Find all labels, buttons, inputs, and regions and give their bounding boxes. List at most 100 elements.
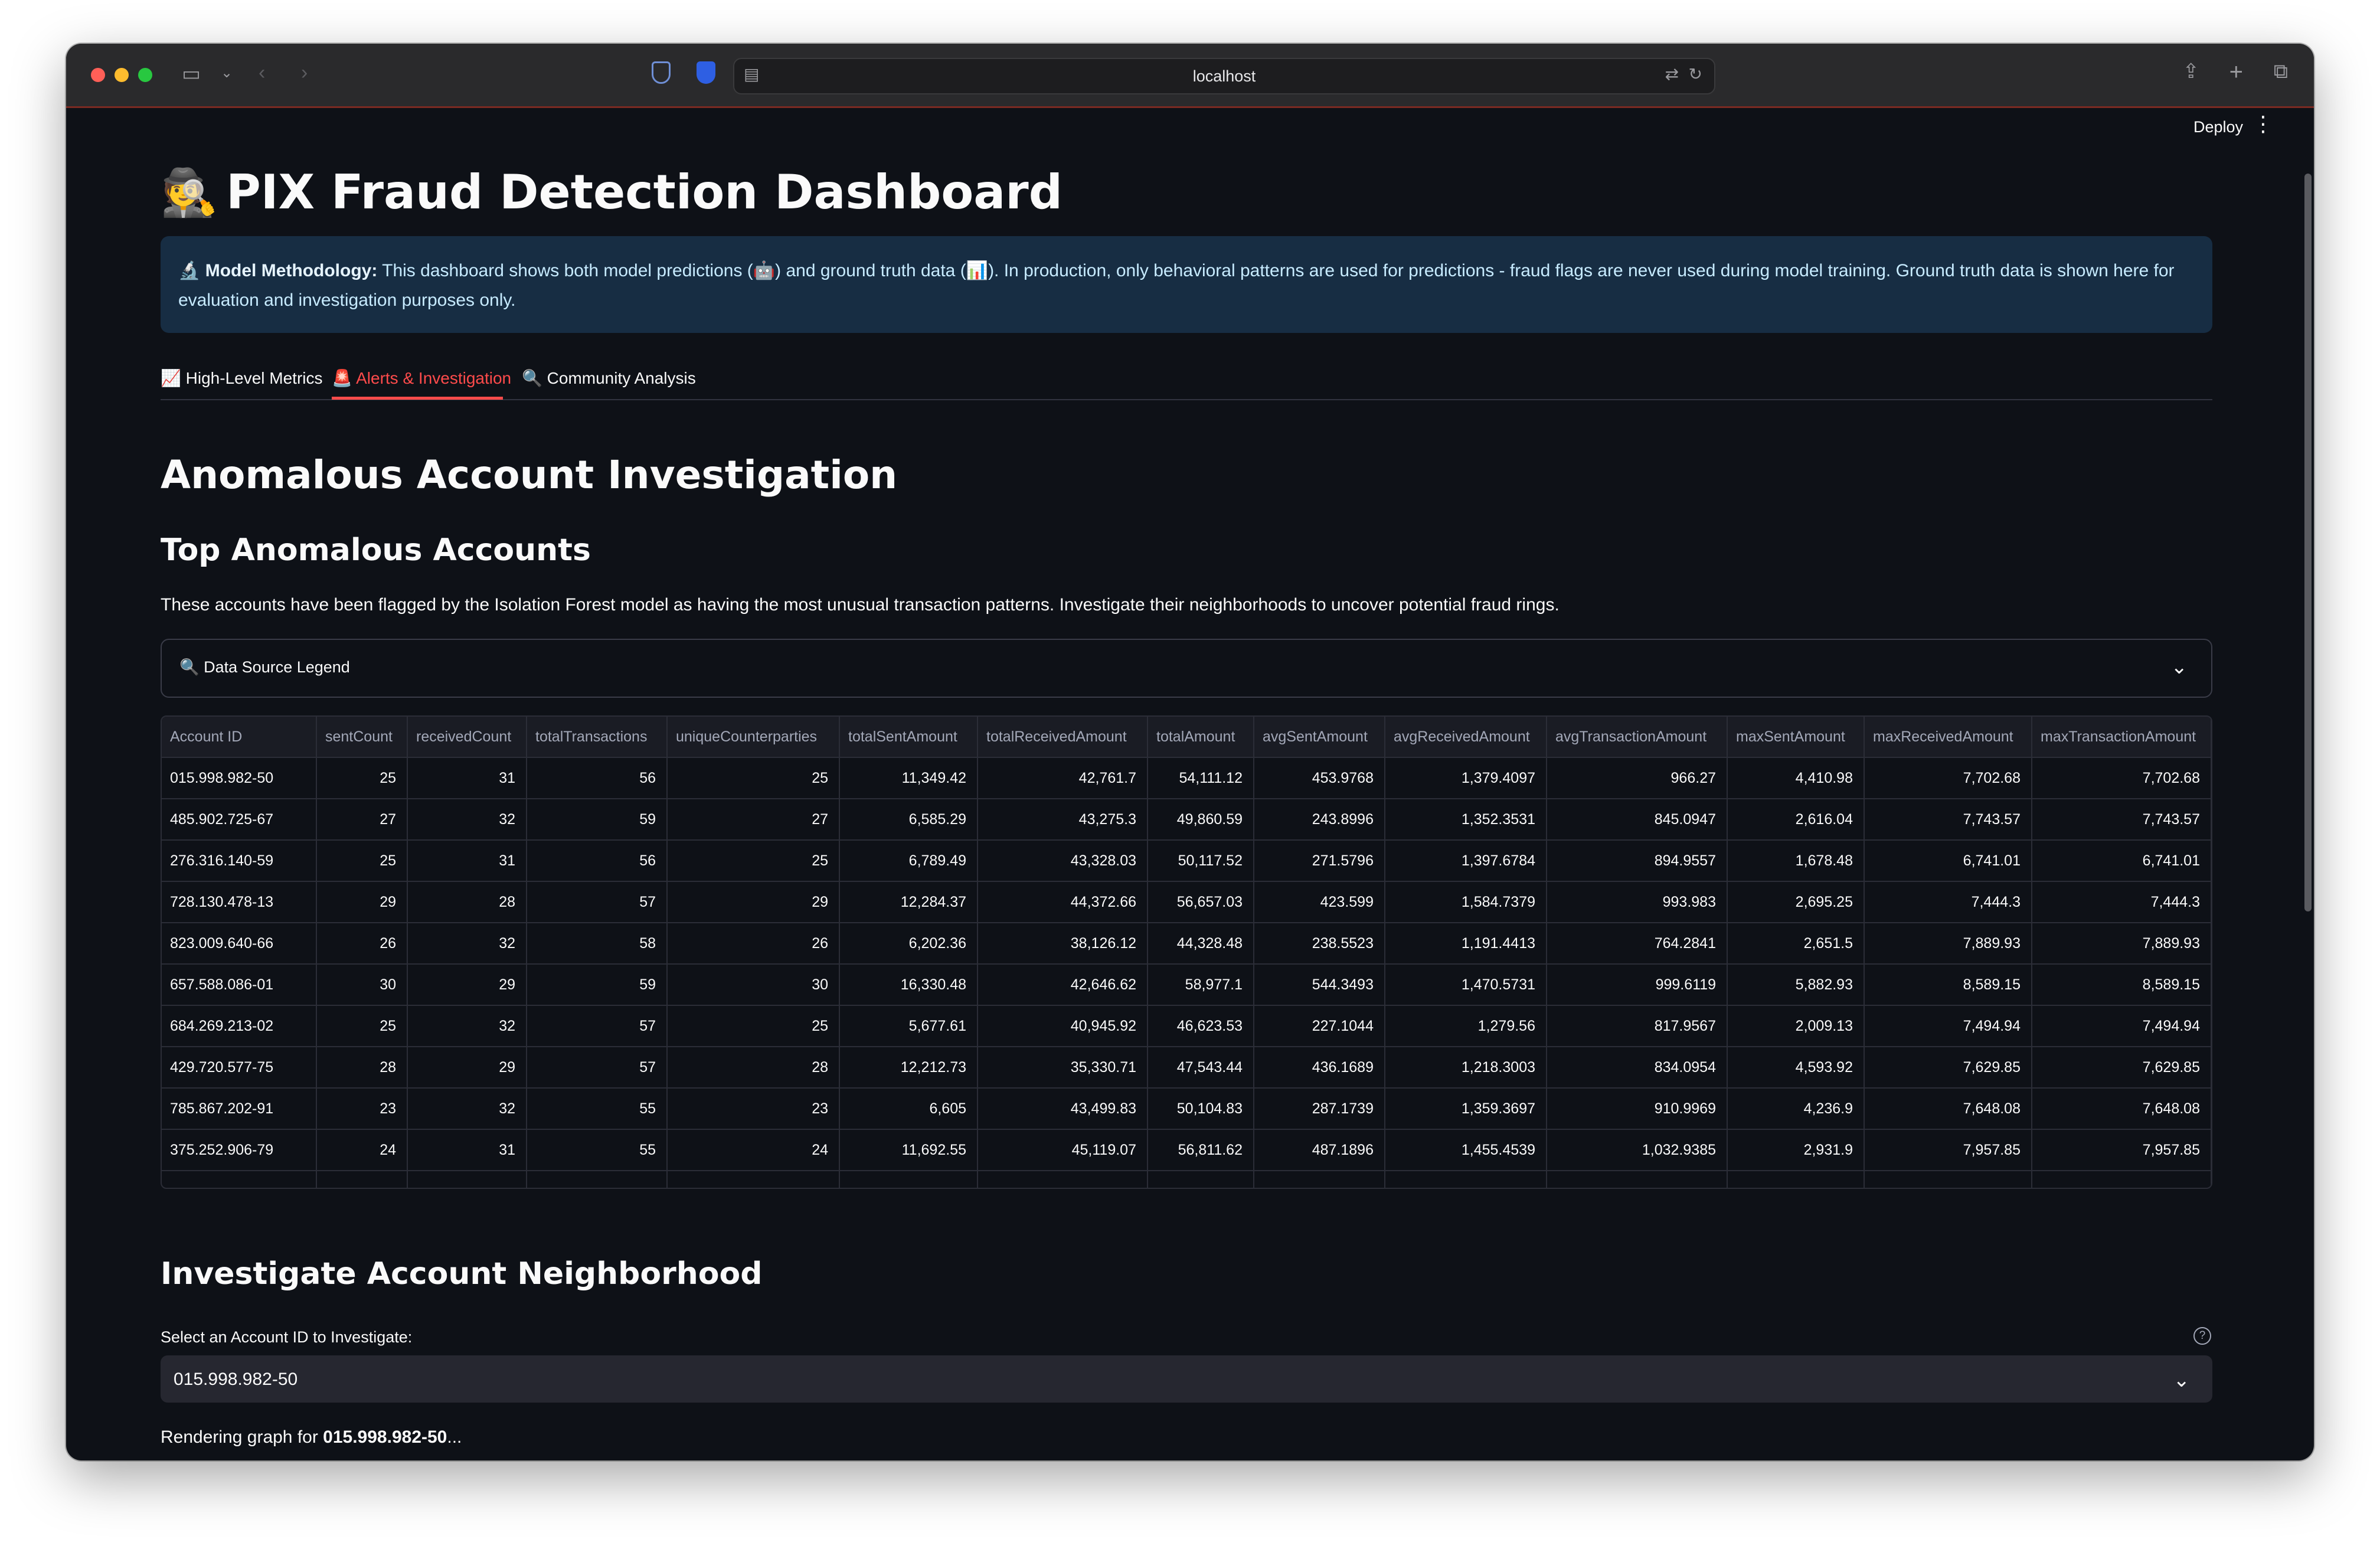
table-cell[interactable]: 25 — [667, 1005, 840, 1047]
table-cell[interactable]: 32 — [407, 1088, 527, 1130]
table-cell[interactable]: 1,397.6784 — [1385, 840, 1547, 882]
column-header[interactable]: Account ID — [162, 717, 317, 758]
table-cell[interactable]: 24 — [667, 1129, 840, 1171]
tab-overview-icon[interactable]: ⧉ — [2274, 61, 2288, 81]
table-cell[interactable]: 58,977.1 — [1148, 964, 1254, 1006]
table-row[interactable] — [162, 1171, 2211, 1188]
table-cell[interactable]: 7,444.3 — [1864, 881, 2032, 923]
table-row[interactable]: 657.588.086-01 30 29 59 30 16,330.48 42,646.62… — [162, 964, 2211, 1006]
table-cell[interactable]: 50,104.83 — [1148, 1088, 1254, 1130]
table-cell[interactable]: 6,202.36 — [839, 923, 978, 965]
minimize-window-button[interactable] — [115, 68, 129, 82]
table-cell[interactable]: 8,589.15 — [1864, 964, 2032, 1006]
column-header[interactable]: avgTransactionAmount — [1547, 717, 1728, 758]
table-cell[interactable]: 7,889.93 — [1864, 923, 2032, 965]
table-cell[interactable]: 7,702.68 — [2032, 757, 2211, 799]
table-cell[interactable]: 30 — [667, 964, 840, 1006]
table-cell[interactable]: 2,695.25 — [1727, 881, 1865, 923]
column-header[interactable]: totalSentAmount — [839, 717, 978, 758]
table-cell[interactable]: 243.8996 — [1254, 799, 1385, 841]
table-cell[interactable]: 26 — [316, 923, 408, 965]
table-cell[interactable]: 28 — [316, 1047, 408, 1089]
data-source-legend-expander[interactable]: 🔍 Data Source Legend ⌄ — [161, 639, 2212, 698]
table-cell[interactable]: 32 — [407, 799, 527, 841]
table-cell[interactable]: 35,330.71 — [978, 1047, 1148, 1089]
table-cell[interactable]: 4,593.92 — [1727, 1047, 1865, 1089]
account-id-cell[interactable]: 429.720.577-75 — [162, 1047, 317, 1089]
table-cell[interactable] — [527, 1171, 668, 1188]
table-cell[interactable]: 58 — [527, 923, 668, 965]
table-cell[interactable]: 42,761.7 — [978, 757, 1148, 799]
table-cell[interactable]: 43,499.83 — [978, 1088, 1148, 1130]
table-cell[interactable]: 16,330.48 — [839, 964, 978, 1006]
account-id-cell[interactable]: 728.130.478-13 — [162, 881, 317, 923]
table-cell[interactable]: 5,677.61 — [839, 1005, 978, 1047]
table-cell[interactable] — [1547, 1171, 1728, 1188]
table-cell[interactable]: 28 — [667, 1047, 840, 1089]
table-cell[interactable]: 544.3493 — [1254, 964, 1385, 1006]
account-id-cell[interactable]: 657.588.086-01 — [162, 964, 317, 1006]
table-cell[interactable]: 32 — [407, 1005, 527, 1047]
table-cell[interactable]: 44,328.48 — [1148, 923, 1254, 965]
column-header[interactable]: receivedCount — [407, 717, 527, 758]
table-cell[interactable]: 29 — [316, 881, 408, 923]
table-cell[interactable]: 7,444.3 — [2032, 881, 2211, 923]
table-cell[interactable]: 1,191.4413 — [1385, 923, 1547, 965]
table-cell[interactable]: 436.1689 — [1254, 1047, 1385, 1089]
account-id-cell[interactable]: 276.316.140-59 — [162, 840, 317, 882]
table-cell[interactable]: 7,629.85 — [2032, 1047, 2211, 1089]
table-cell[interactable] — [162, 1171, 317, 1188]
table-cell[interactable]: 38,126.12 — [978, 923, 1148, 965]
table-cell[interactable]: 7,494.94 — [1864, 1005, 2032, 1047]
table-cell[interactable]: 287.1739 — [1254, 1088, 1385, 1130]
table-cell[interactable]: 6,789.49 — [839, 840, 978, 882]
table-cell[interactable]: 894.9557 — [1547, 840, 1728, 882]
table-cell[interactable]: 25 — [667, 757, 840, 799]
table-cell[interactable]: 1,379.4097 — [1385, 757, 1547, 799]
table-cell[interactable]: 2,616.04 — [1727, 799, 1865, 841]
table-cell[interactable]: 6,585.29 — [839, 799, 978, 841]
account-id-cell[interactable]: 785.867.202-91 — [162, 1088, 317, 1130]
table-cell[interactable]: 28 — [407, 881, 527, 923]
table-cell[interactable]: 25 — [316, 1005, 408, 1047]
table-cell[interactable] — [1148, 1171, 1254, 1188]
table-cell[interactable]: 453.9768 — [1254, 757, 1385, 799]
column-header[interactable]: totalReceivedAmount — [978, 717, 1148, 758]
table-cell[interactable]: 5,882.93 — [1727, 964, 1865, 1006]
table-cell[interactable]: 40,945.92 — [978, 1005, 1148, 1047]
column-header[interactable]: maxTransactionAmount — [2032, 717, 2211, 758]
table-cell[interactable]: 11,349.42 — [839, 757, 978, 799]
table-cell[interactable]: 4,410.98 — [1727, 757, 1865, 799]
table-row[interactable]: 429.720.577-75 28 29 57 28 12,212.73 35,330.71… — [162, 1047, 2211, 1089]
maximize-window-button[interactable] — [138, 68, 152, 82]
table-cell[interactable] — [667, 1171, 840, 1188]
table-row[interactable]: 375.252.906-79 24 31 55 24 11,692.55 45,119.07… — [162, 1129, 2211, 1171]
table-row[interactable]: 785.867.202-91 23 32 55 23 6,605 43,499.83 50,1… — [162, 1088, 2211, 1130]
table-cell[interactable]: 42,646.62 — [978, 964, 1148, 1006]
table-cell[interactable] — [2032, 1171, 2211, 1188]
table-cell[interactable]: 7,702.68 — [1864, 757, 2032, 799]
column-header[interactable]: maxSentAmount — [1727, 717, 1865, 758]
scrollbar[interactable] — [2304, 174, 2312, 911]
table-cell[interactable]: 7,629.85 — [1864, 1047, 2032, 1089]
table-cell[interactable]: 966.27 — [1547, 757, 1728, 799]
table-cell[interactable]: 27 — [316, 799, 408, 841]
table-cell[interactable]: 2,009.13 — [1727, 1005, 1865, 1047]
table-cell[interactable]: 57 — [527, 1047, 668, 1089]
table-cell[interactable]: 56 — [527, 840, 668, 882]
table-cell[interactable]: 43,275.3 — [978, 799, 1148, 841]
table-cell[interactable]: 1,678.48 — [1727, 840, 1865, 882]
column-header[interactable]: avgSentAmount — [1254, 717, 1385, 758]
table-cell[interactable]: 25 — [316, 840, 408, 882]
table-cell[interactable]: 1,279.56 — [1385, 1005, 1547, 1047]
table-cell[interactable]: 29 — [407, 1047, 527, 1089]
table-cell[interactable]: 50,117.52 — [1148, 840, 1254, 882]
table-cell[interactable]: 25 — [667, 840, 840, 882]
table-cell[interactable]: 32 — [407, 923, 527, 965]
table-row[interactable]: 015.998.982-50 25 31 56 25 11,349.42 42,761.7 5… — [162, 757, 2211, 799]
table-cell[interactable]: 25 — [316, 757, 408, 799]
table-cell[interactable] — [839, 1171, 978, 1188]
table-cell[interactable] — [407, 1171, 527, 1188]
table-cell[interactable] — [316, 1171, 408, 1188]
close-window-button[interactable] — [91, 68, 105, 82]
